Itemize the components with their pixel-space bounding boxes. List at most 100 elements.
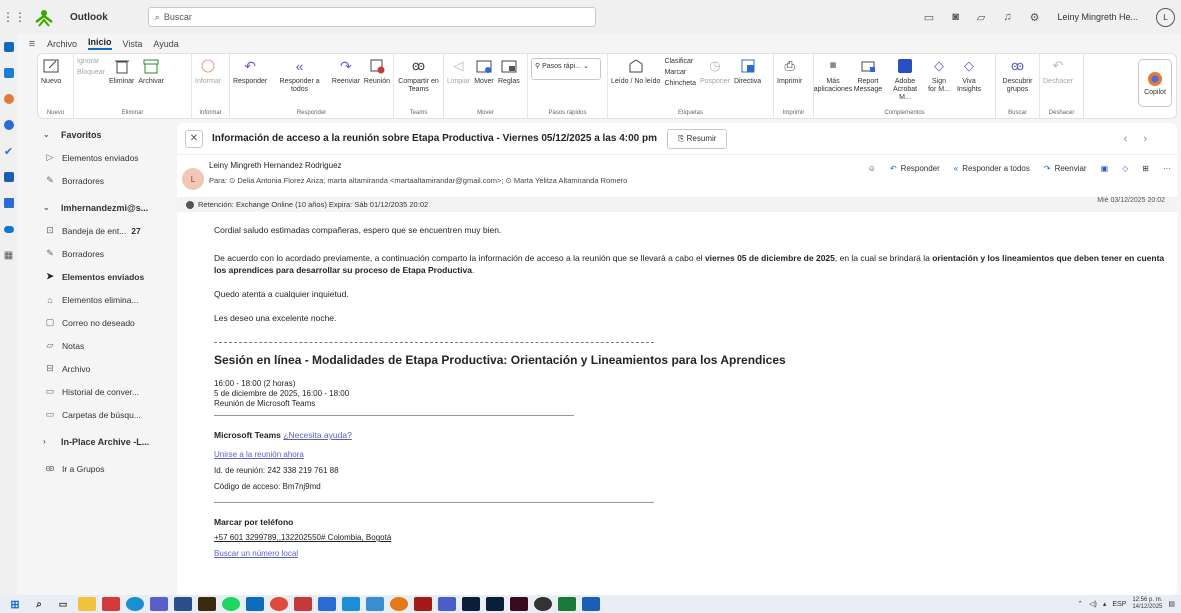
policy-button[interactable]: Directiva xyxy=(734,56,761,86)
folder-sent[interactable]: ➤ Elementos enviados xyxy=(37,265,174,288)
avatar[interactable]: L xyxy=(1156,7,1175,27)
bell-icon[interactable]: ♫ xyxy=(1003,11,1011,23)
folder-inbox[interactable]: ⊡ Bandeja de ent... 27 xyxy=(37,219,174,242)
folder-drafts[interactable]: ✎ Borradores xyxy=(37,242,174,265)
join-link[interactable]: Unirse a la reunión ahora xyxy=(214,450,1177,460)
app-lrc-icon[interactable] xyxy=(174,597,192,611)
gear-icon[interactable]: ⚙ xyxy=(1030,11,1040,24)
file-explorer-icon[interactable] xyxy=(78,597,96,611)
folder-junk[interactable]: ▢ Correo no deseado xyxy=(37,311,174,334)
sign-icon[interactable]: ◇ xyxy=(1122,164,1128,173)
calendar-icon[interactable] xyxy=(0,60,17,86)
categorize-button[interactable]: Clasificar xyxy=(664,58,696,65)
flag-button[interactable]: Marcar xyxy=(664,69,696,76)
account-header[interactable]: ⌄ lmhernandezmi@s... xyxy=(37,196,174,219)
sender-name[interactable]: Leiny Mingreth Hernandez Rodriguez xyxy=(209,161,627,170)
reply-button[interactable]: ↶ Responder xyxy=(233,56,267,86)
people-icon[interactable] xyxy=(0,112,17,138)
todo-icon[interactable]: ✔ xyxy=(0,138,17,164)
reply-all-action[interactable]: «Responder a todos xyxy=(954,164,1030,173)
pdf-reader-icon[interactable] xyxy=(294,597,312,611)
fav-item-sent[interactable]: ▷ Elementos enviados xyxy=(37,146,174,169)
move-button[interactable]: Mover xyxy=(474,56,494,86)
mail-icon[interactable] xyxy=(0,34,17,60)
search-icon[interactable]: ⌕ xyxy=(30,597,48,611)
delete-button[interactable]: Eliminar xyxy=(109,56,134,86)
tab-ayuda[interactable]: Ayuda xyxy=(153,39,178,49)
photoshop-icon[interactable] xyxy=(462,597,480,611)
block-button[interactable]: Bloquear xyxy=(77,69,105,76)
more-apps-button[interactable]: ▦ Más aplicaciones xyxy=(814,56,853,94)
adobe-button[interactable]: Adobe Acrobat M... xyxy=(887,56,923,102)
reply-action[interactable]: ↶ Responder xyxy=(890,164,940,173)
onedrive-icon[interactable] xyxy=(0,216,17,242)
hamburger-icon[interactable]: ≡ xyxy=(17,38,47,50)
onedrive-taskbar-icon[interactable] xyxy=(366,597,384,611)
network-icon[interactable]: ▴ xyxy=(1103,600,1107,608)
emoji-icon[interactable]: ☺ xyxy=(868,164,876,173)
illustrator-icon[interactable] xyxy=(198,597,216,611)
tab-archivo[interactable]: Archivo xyxy=(47,39,77,49)
meeting-button[interactable]: Reunión xyxy=(364,56,390,86)
acrobat-taskbar-icon[interactable] xyxy=(102,597,120,611)
sweep-button[interactable]: ◁ Limpiar xyxy=(447,56,470,86)
help-link[interactable]: ¿Necesita ayuda? xyxy=(283,430,352,440)
chevron-up-icon[interactable]: ⌃ xyxy=(1077,600,1083,608)
phone-number[interactable]: +57 601 3299789,,132202550# Colombia, Bo… xyxy=(214,533,1177,543)
rules-button[interactable]: Reglas xyxy=(498,56,520,86)
chrome-icon[interactable] xyxy=(270,597,288,611)
copilot-rail-icon[interactable] xyxy=(0,86,17,112)
next-message-icon[interactable]: › xyxy=(1143,133,1163,145)
firefox-icon[interactable] xyxy=(390,597,408,611)
share-teams-button[interactable]: ꙭ Compartir en Teams xyxy=(397,56,440,94)
snooze-button[interactable]: ◷ Posponer xyxy=(700,56,730,86)
forward-button[interactable]: ↷ Reenviar xyxy=(332,56,360,86)
report-message-button[interactable]: Report Message xyxy=(853,56,883,94)
go-to-groups[interactable]: ꙭ Ir a Grupos xyxy=(37,457,174,480)
forward-action[interactable]: ↷ Reenviar xyxy=(1044,164,1087,173)
notifications-icon[interactable]: ▤ xyxy=(1168,600,1175,608)
feedback-icon[interactable]: ▱ xyxy=(977,11,985,24)
sign-button[interactable]: ◇ Sign for M... xyxy=(927,56,951,94)
files-icon[interactable] xyxy=(0,164,17,190)
volume-icon[interactable]: ◁) xyxy=(1089,600,1097,608)
tab-vista[interactable]: Vista xyxy=(123,39,143,49)
indesign-icon[interactable] xyxy=(510,597,528,611)
summarize-button[interactable]: ⎘ Resumir xyxy=(667,128,728,149)
favorites-header[interactable]: ⌄ Favoritos xyxy=(37,123,174,146)
photos-icon[interactable] xyxy=(342,597,360,611)
recipients[interactable]: Para: ⊙ Delia Antonia Florez Ariza; mart… xyxy=(209,176,627,185)
folder-archive[interactable]: ⊟ Archivo xyxy=(37,357,174,380)
app-launcher-icon[interactable]: ⋮⋮ xyxy=(2,10,26,24)
more-apps-icon[interactable]: ▦ xyxy=(0,242,17,268)
teams-app-icon[interactable] xyxy=(438,597,456,611)
lightroom-icon[interactable] xyxy=(486,597,504,611)
search-input[interactable]: ⌕ Buscar xyxy=(147,7,596,27)
folder-deleted[interactable]: ⌂ Elementos elimina... xyxy=(37,288,174,311)
more-icon[interactable]: ··· xyxy=(1163,164,1171,173)
pin-button[interactable]: Chincheta xyxy=(664,80,696,87)
fav-item-drafts[interactable]: ✎ Borradores xyxy=(37,169,174,192)
table-icon[interactable]: ⊞ xyxy=(1142,164,1149,173)
read-unread-button[interactable]: Leído / No leído xyxy=(611,56,660,86)
edge-icon[interactable] xyxy=(126,597,144,611)
language-indicator[interactable]: ESP xyxy=(1112,601,1126,608)
archive-button[interactable]: Archivar xyxy=(138,56,164,86)
meet-now-icon[interactable]: ◙ xyxy=(952,11,959,23)
copilot-button[interactable]: Copilot xyxy=(1138,59,1172,107)
ignore-button[interactable]: Ignorar xyxy=(77,58,105,65)
clock[interactable]: 12:56 p. m. 14/12/2025 xyxy=(1132,597,1162,611)
undo-button[interactable]: ↶ Deshacer xyxy=(1043,56,1073,86)
prev-message-icon[interactable]: ‹ xyxy=(1124,133,1144,145)
user-name[interactable]: Leiny Mingreth He... xyxy=(1057,12,1138,22)
folder-notes[interactable]: ▱ Notas xyxy=(37,334,174,357)
find-local-number-link[interactable]: Buscar un número local xyxy=(214,549,1177,559)
folder-search[interactable]: ▭ Carpetas de búsqu... xyxy=(37,403,174,426)
spotify-icon[interactable] xyxy=(222,597,240,611)
folder-history[interactable]: ▭ Historial de conver... xyxy=(37,380,174,403)
teams-chat-icon[interactable]: ▭ xyxy=(924,11,934,24)
quick-steps-select[interactable]: ⚲ Pasos rápi... ⌄ xyxy=(531,58,601,80)
report-button[interactable]: Informar xyxy=(195,56,221,86)
discover-groups-button[interactable]: ꙭ Descubrir grupos xyxy=(999,56,1036,94)
new-mail-button[interactable]: Nuevo xyxy=(41,56,61,86)
